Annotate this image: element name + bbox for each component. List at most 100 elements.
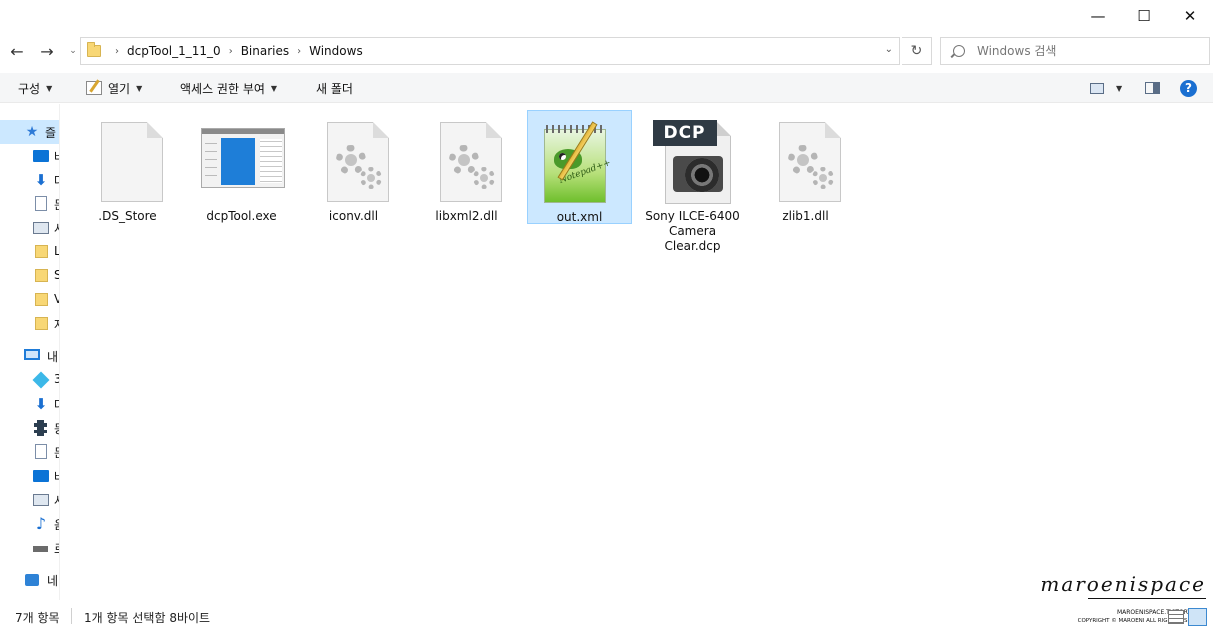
watermark-logo: maroenispace xyxy=(1040,572,1206,596)
new-folder-button[interactable]: 새 폴더 xyxy=(316,73,353,103)
desktop-icon xyxy=(33,470,49,482)
maximize-button[interactable]: ☐ xyxy=(1121,0,1167,32)
address-bar[interactable]: › dcpTool_1_11_0 › Binaries › Windows ⌄ xyxy=(80,37,900,65)
selection-info: 1개 항목 선택함 8바이트 xyxy=(84,611,211,625)
sidebar-item-label: 네 xyxy=(47,574,59,588)
back-button[interactable]: ← xyxy=(6,36,28,66)
sidebar-item-3d-objects[interactable]: 3 xyxy=(0,368,59,392)
breadcrumb-item-binaries[interactable]: Binaries xyxy=(241,44,289,58)
pictures-icon xyxy=(33,222,49,234)
sidebar-item-videos[interactable]: 동 xyxy=(0,416,59,440)
download-icon: ⬇ xyxy=(34,171,48,189)
recent-locations-chevron-icon[interactable]: ⌄ xyxy=(66,36,80,66)
breadcrumb-item-dcptool[interactable]: dcpTool_1_11_0 xyxy=(127,44,221,58)
sidebar-item-local-disk[interactable]: 로 xyxy=(0,536,59,560)
folder-icon xyxy=(87,42,101,57)
file-list: .DS_Store dcpTool.exe iconv.dll libxml2.… xyxy=(61,104,1213,600)
close-button[interactable]: ✕ xyxy=(1167,0,1213,32)
preview-pane-button[interactable] xyxy=(1145,73,1160,103)
sidebar-item-downloads[interactable]: ⬇ 다 xyxy=(0,168,59,192)
sidebar-item-pictures[interactable]: 사 xyxy=(0,216,59,240)
sidebar-item-folder-l[interactable]: L xyxy=(0,240,59,264)
help-button[interactable]: ? xyxy=(1180,73,1197,103)
sidebar-item-documents[interactable]: 문 xyxy=(0,192,59,216)
pictures-icon xyxy=(33,494,49,506)
sidebar-item-desktop-pc[interactable]: 바 xyxy=(0,464,59,488)
sidebar-item-label: 바 xyxy=(54,148,59,165)
sidebar-item-pictures-pc[interactable]: 사 xyxy=(0,488,59,512)
address-dropdown-chevron-icon[interactable]: ⌄ xyxy=(885,44,893,55)
file-item-ds-store[interactable]: .DS_Store xyxy=(75,110,180,224)
sidebar-item-label: 문 xyxy=(54,196,59,213)
sidebar-item-label: L xyxy=(54,244,59,258)
preview-pane-icon xyxy=(1145,82,1160,94)
file-name: zlib1.dll xyxy=(782,209,829,223)
sidebar-item-music[interactable]: ♪ 음 xyxy=(0,512,59,536)
file-item-dcptool-exe[interactable]: dcpTool.exe xyxy=(189,110,294,224)
sidebar-item-network[interactable]: 네 xyxy=(0,568,59,592)
desktop-icon xyxy=(33,150,49,162)
title-bar: — ☐ ✕ xyxy=(0,0,1213,32)
sidebar-item-label: 음 xyxy=(54,516,59,533)
exe-icon xyxy=(200,118,285,206)
breadcrumb-item-windows[interactable]: Windows xyxy=(309,44,363,58)
search-box[interactable] xyxy=(940,37,1210,65)
view-toggle-group xyxy=(1168,608,1208,626)
sidebar-item-folder-v[interactable]: V xyxy=(0,288,59,312)
give-access-menu-button[interactable]: 액세스 권한 부여 ▼ xyxy=(180,73,277,103)
sidebar-item-desktop[interactable]: 바 xyxy=(0,144,59,168)
folder-icon xyxy=(35,317,48,330)
sidebar-item-label: 3 xyxy=(54,372,59,386)
open-menu-button[interactable]: 열기 ▼ xyxy=(86,73,142,103)
new-folder-label: 새 폴더 xyxy=(316,81,353,96)
download-icon: ⬇ xyxy=(34,395,48,413)
search-input[interactable] xyxy=(977,44,1177,58)
caret-down-icon: ▼ xyxy=(46,83,53,93)
file-item-sony-dcp[interactable]: DCP Sony ILCE-6400 Camera Clear.dcp xyxy=(640,110,745,260)
file-name: dcpTool.exe xyxy=(206,209,277,223)
sidebar-item-label: V xyxy=(54,292,59,306)
file-name: iconv.dll xyxy=(328,209,379,223)
file-item-zlib1-dll[interactable]: zlib1.dll xyxy=(753,110,858,224)
sidebar-item-folder-s[interactable]: S xyxy=(0,264,59,288)
item-count: 7개 항목 xyxy=(15,611,60,625)
change-view-button[interactable]: ▼ xyxy=(1090,73,1122,103)
3d-objects-icon xyxy=(32,371,50,389)
folder-icon xyxy=(35,293,48,306)
minimize-button[interactable]: — xyxy=(1075,0,1121,32)
file-item-out-xml[interactable]: Notepad++ out.xml xyxy=(527,110,632,224)
dcp-tag-text: DCP xyxy=(652,120,717,146)
sidebar-item-label: 로 xyxy=(54,540,59,557)
music-icon: ♪ xyxy=(35,514,47,533)
organize-label: 구성 xyxy=(18,81,41,96)
sidebar-item-label: 자 xyxy=(54,316,59,333)
command-toolbar: 구성 ▼ 열기 ▼ 액세스 권한 부여 ▼ 새 폴더 ▼ ? xyxy=(0,73,1213,103)
details-view-icon[interactable] xyxy=(1168,610,1184,624)
sidebar-item-label: 동 xyxy=(54,420,59,437)
sidebar-item-downloads-pc[interactable]: ⬇ 다 xyxy=(0,392,59,416)
document-icon xyxy=(35,196,47,211)
dll-gear-icon xyxy=(427,118,507,206)
organize-menu-button[interactable]: 구성 ▼ xyxy=(18,73,52,103)
large-icons-view-icon[interactable] xyxy=(1188,608,1207,626)
refresh-button[interactable]: ↻ xyxy=(902,37,932,65)
computer-icon xyxy=(24,349,40,360)
notepad-plus-plus-icon: Notepad++ xyxy=(540,119,620,207)
sidebar-item-quick-access[interactable]: ★ 즐 xyxy=(0,120,59,144)
file-name: libxml2.dll xyxy=(435,209,498,223)
file-item-libxml2-dll[interactable]: libxml2.dll xyxy=(414,110,519,224)
folder-icon xyxy=(35,245,48,258)
help-icon: ? xyxy=(1180,79,1197,97)
file-item-iconv-dll[interactable]: iconv.dll xyxy=(301,110,406,224)
sidebar-item-this-pc[interactable]: 내 xyxy=(0,344,59,368)
give-access-label: 액세스 권한 부여 xyxy=(180,81,265,96)
sidebar-item-label: 다 xyxy=(54,172,59,189)
breadcrumb-separator: › xyxy=(115,45,119,57)
sidebar-item-label: 즐 xyxy=(45,126,57,140)
sidebar-item-documents-pc[interactable]: 문 xyxy=(0,440,59,464)
search-icon xyxy=(950,42,968,60)
forward-button[interactable]: → xyxy=(36,36,58,66)
navigation-pane: ★ 즐 바 ⬇ 다 문 사 L S V 자 내 3 ⬇ 다 xyxy=(0,104,60,600)
sidebar-item-folder-ja[interactable]: 자 xyxy=(0,312,59,336)
status-divider xyxy=(71,608,72,624)
